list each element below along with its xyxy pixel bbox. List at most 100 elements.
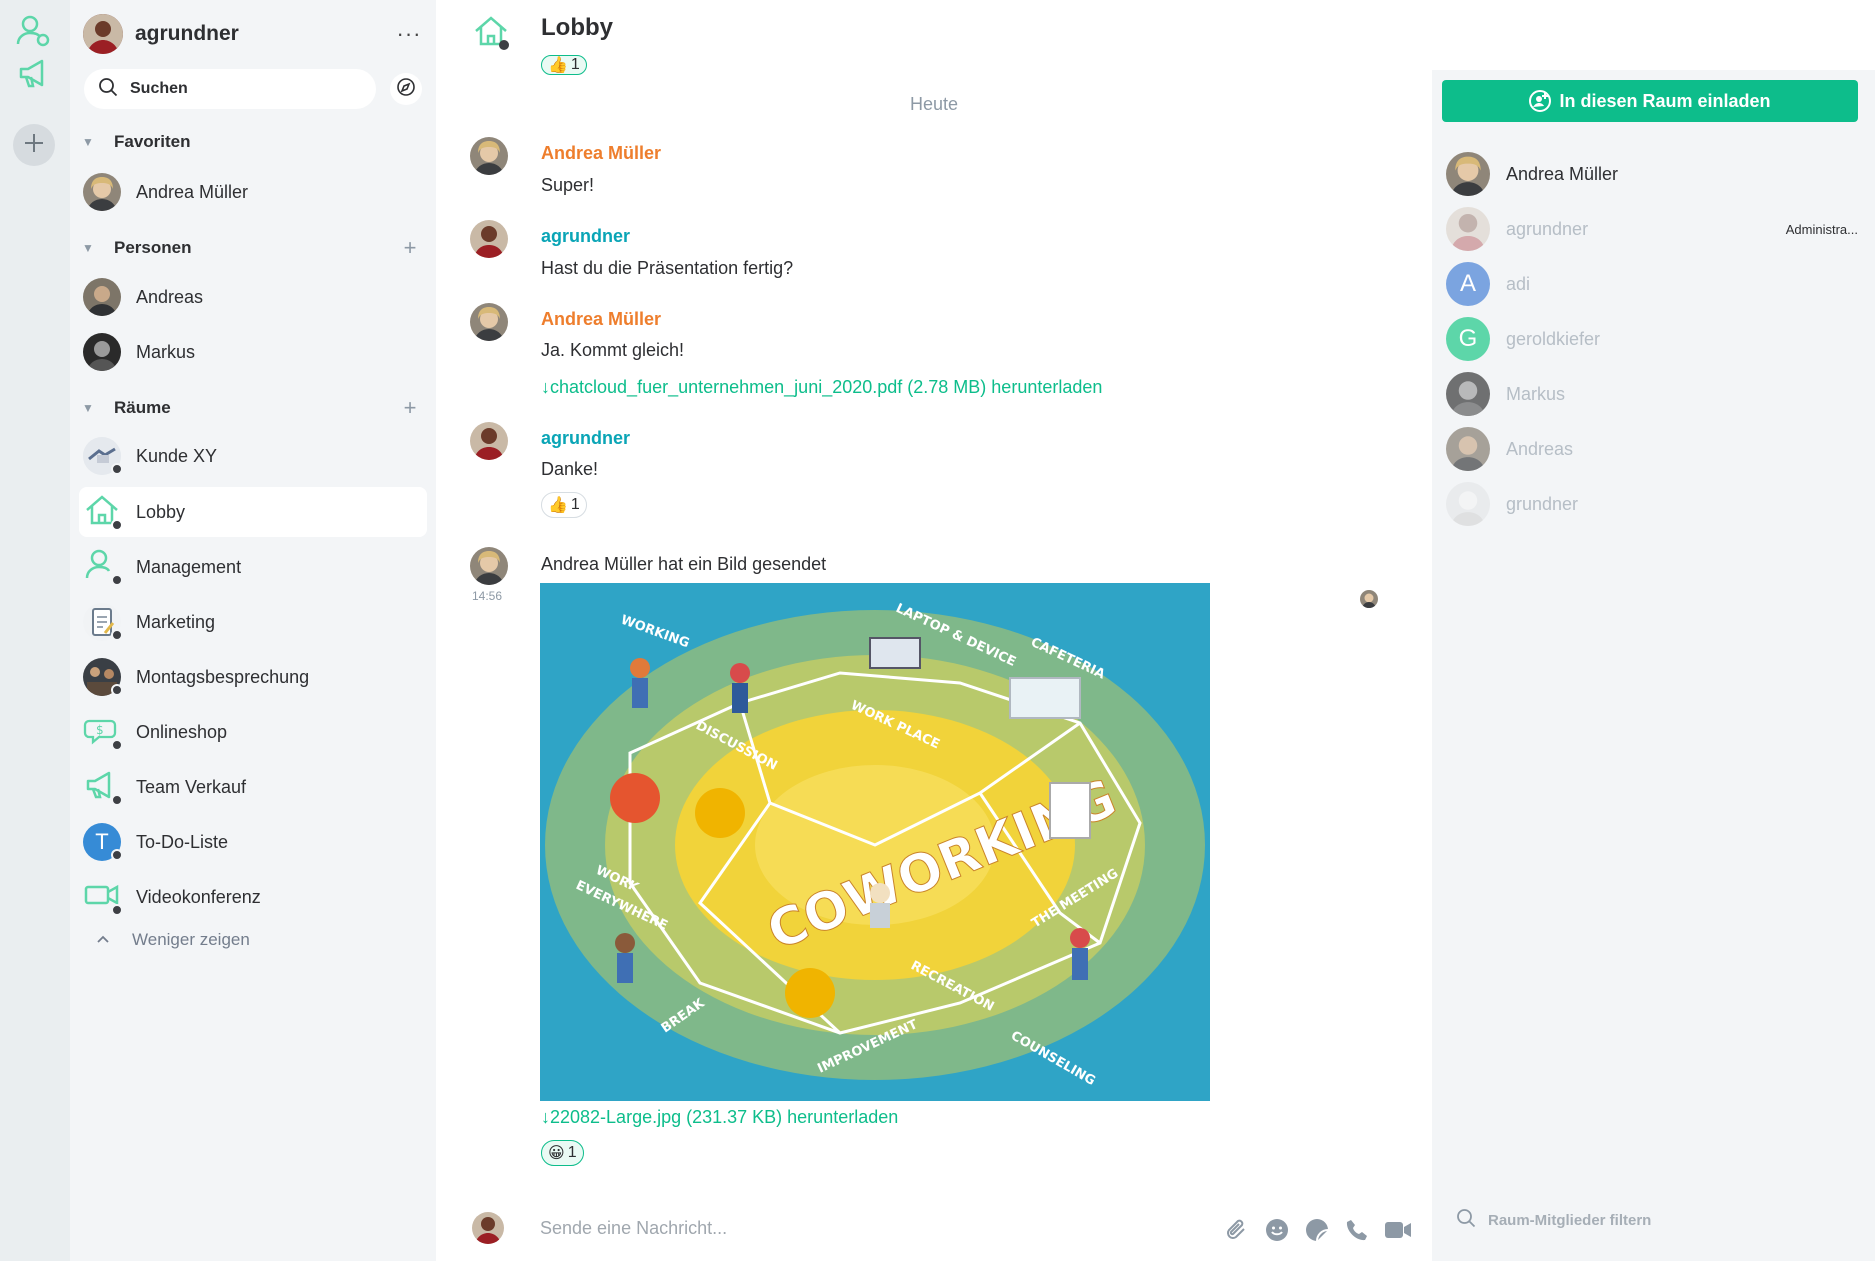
room-item-onlineshop[interactable]: $ Onlineshop bbox=[79, 707, 427, 757]
message-sender[interactable]: agrundner bbox=[541, 428, 630, 449]
explore-rooms-button[interactable] bbox=[390, 73, 422, 105]
room-header: Lobby bbox=[436, 0, 1853, 60]
room-badge bbox=[111, 629, 123, 641]
member-item[interactable]: Markus bbox=[1446, 370, 1866, 418]
thumbs-up-icon: 👍 bbox=[548, 57, 568, 74]
member-filter-placeholder: Raum-Mitglieder filtern bbox=[1488, 1212, 1652, 1229]
avatar bbox=[83, 278, 121, 316]
avatar bbox=[83, 333, 121, 371]
avatar bbox=[83, 173, 121, 211]
room-label: Videokonferenz bbox=[136, 886, 261, 907]
reaction-pill[interactable]: 😀 1 bbox=[541, 1140, 584, 1166]
room-item-kunde-xy[interactable]: Kunde XY bbox=[79, 431, 427, 481]
section-rooms[interactable]: ▼ Räume + bbox=[80, 393, 420, 423]
member-item[interactable]: Andrea Müller bbox=[1446, 150, 1866, 198]
avatar bbox=[1446, 427, 1490, 471]
room-label: Montagsbesprechung bbox=[136, 666, 310, 687]
avatar[interactable] bbox=[470, 303, 508, 341]
avatar[interactable] bbox=[470, 137, 508, 175]
member-name: Markus bbox=[1506, 383, 1566, 404]
section-people[interactable]: ▼ Personen + bbox=[80, 233, 420, 263]
message-sender[interactable]: Andrea Müller bbox=[541, 143, 661, 164]
person-item-andreas[interactable]: Andreas bbox=[79, 272, 427, 322]
avatar[interactable] bbox=[470, 422, 508, 460]
user-menu[interactable]: agrundner ··· bbox=[83, 14, 424, 54]
room-badge bbox=[111, 574, 123, 586]
section-title: Räume bbox=[114, 398, 171, 417]
message-sender[interactable]: agrundner bbox=[541, 226, 630, 247]
reaction-pill[interactable]: 👍 1 bbox=[541, 492, 587, 518]
message-timestamp: 14:56 bbox=[472, 589, 503, 603]
member-item[interactable]: Andreas bbox=[1446, 425, 1866, 473]
video-icon[interactable] bbox=[1383, 1216, 1413, 1244]
room-item-videokonferenz[interactable]: Videokonferenz bbox=[79, 872, 427, 922]
reaction-count: 1 bbox=[570, 56, 580, 73]
add-person-icon[interactable]: + bbox=[400, 235, 420, 261]
message-body: Ja. Kommt gleich! bbox=[541, 340, 685, 360]
room-item-to-do-liste[interactable]: T To-Do-Liste bbox=[79, 817, 427, 867]
add-space-button[interactable] bbox=[13, 124, 55, 166]
member-name: Andreas bbox=[1506, 438, 1574, 459]
show-less-button[interactable]: Weniger zeigen bbox=[96, 930, 250, 950]
room-label: Andreas bbox=[136, 286, 204, 307]
member-item[interactable]: A adi bbox=[1446, 260, 1866, 308]
room-item-management[interactable]: Management bbox=[79, 542, 427, 592]
file-download-link[interactable]: ↓22082-Large.jpg (231.37 KB) herunterlad… bbox=[541, 1107, 898, 1128]
avatar bbox=[1446, 152, 1490, 196]
add-person-icon bbox=[1529, 90, 1552, 112]
member-item[interactable]: G geroldkiefer bbox=[1446, 315, 1866, 363]
room-item-montagsbesprechung[interactable]: Montagsbesprechung bbox=[79, 652, 427, 702]
room-label: Management bbox=[136, 556, 242, 577]
room-avatar-home-icon[interactable] bbox=[472, 12, 510, 55]
add-room-icon[interactable]: + bbox=[400, 395, 420, 421]
message-body: Danke! bbox=[541, 459, 599, 479]
svg-text:$: $ bbox=[96, 723, 104, 737]
room-item-marketing[interactable]: Marketing bbox=[79, 597, 427, 647]
sticker-icon[interactable] bbox=[1303, 1216, 1331, 1244]
section-title: Favoriten bbox=[114, 132, 191, 151]
room-badge bbox=[111, 794, 123, 806]
member-item[interactable]: grundner bbox=[1446, 480, 1866, 528]
reaction-pill[interactable]: 👍 1 bbox=[541, 55, 587, 75]
space-bar bbox=[0, 0, 70, 1261]
message-body: Super! bbox=[541, 175, 595, 195]
favorite-item-andrea-mueller[interactable]: Andrea Müller bbox=[79, 167, 427, 217]
room-label: Markus bbox=[136, 341, 196, 362]
people-gear-icon bbox=[15, 12, 53, 55]
avatar: A bbox=[1446, 262, 1490, 306]
message-input[interactable]: Sende eine Nachricht... bbox=[540, 1218, 727, 1239]
space-home-button[interactable] bbox=[13, 12, 55, 54]
compass-icon bbox=[396, 77, 416, 102]
date-separator: Heute bbox=[909, 94, 959, 114]
room-label: Lobby bbox=[136, 501, 186, 522]
chevron-down-icon: ▼ bbox=[82, 135, 94, 149]
emoji-icon[interactable] bbox=[1263, 1216, 1291, 1244]
phone-icon[interactable] bbox=[1343, 1216, 1371, 1244]
read-receipt-avatar[interactable] bbox=[1360, 590, 1378, 608]
paperclip-icon[interactable] bbox=[1223, 1216, 1251, 1244]
avatar[interactable] bbox=[470, 220, 508, 258]
search-placeholder: Suchen bbox=[130, 80, 188, 97]
composer-avatar bbox=[472, 1212, 504, 1244]
member-name: Andrea Müller bbox=[1506, 163, 1619, 184]
message-sender[interactable]: Andrea Müller bbox=[541, 309, 661, 330]
room-badge bbox=[111, 684, 123, 696]
member-filter-input[interactable]: Raum-Mitglieder filtern bbox=[1456, 1208, 1651, 1233]
user-menu-icon[interactable]: ··· bbox=[394, 21, 424, 47]
invite-button[interactable]: In diesen Raum einladen bbox=[1442, 80, 1858, 122]
room-item-lobby[interactable]: Lobby bbox=[79, 487, 427, 537]
member-item[interactable]: agrundner Administra... bbox=[1446, 205, 1866, 253]
avatar bbox=[1446, 207, 1490, 251]
person-item-markus[interactable]: Markus bbox=[79, 327, 427, 377]
room-item-team-verkauf[interactable]: Team Verkauf bbox=[79, 762, 427, 812]
section-favorites[interactable]: ▼ Favoriten bbox=[80, 127, 420, 157]
avatar[interactable] bbox=[470, 547, 508, 585]
member-role: Administra... bbox=[1785, 221, 1858, 237]
search-input[interactable]: Suchen bbox=[84, 69, 376, 109]
room-title[interactable]: Lobby bbox=[541, 14, 613, 42]
room-label: To-Do-Liste bbox=[136, 831, 229, 852]
space-megaphone-button[interactable] bbox=[13, 54, 55, 96]
coworking-image[interactable]: COWORKING WORKING DISCUSSION LAPTOP & DE… bbox=[540, 583, 1210, 1101]
user-name: agrundner bbox=[135, 22, 239, 45]
file-download-link[interactable]: ↓chatcloud_fuer_unternehmen_juni_2020.pd… bbox=[541, 377, 1102, 398]
